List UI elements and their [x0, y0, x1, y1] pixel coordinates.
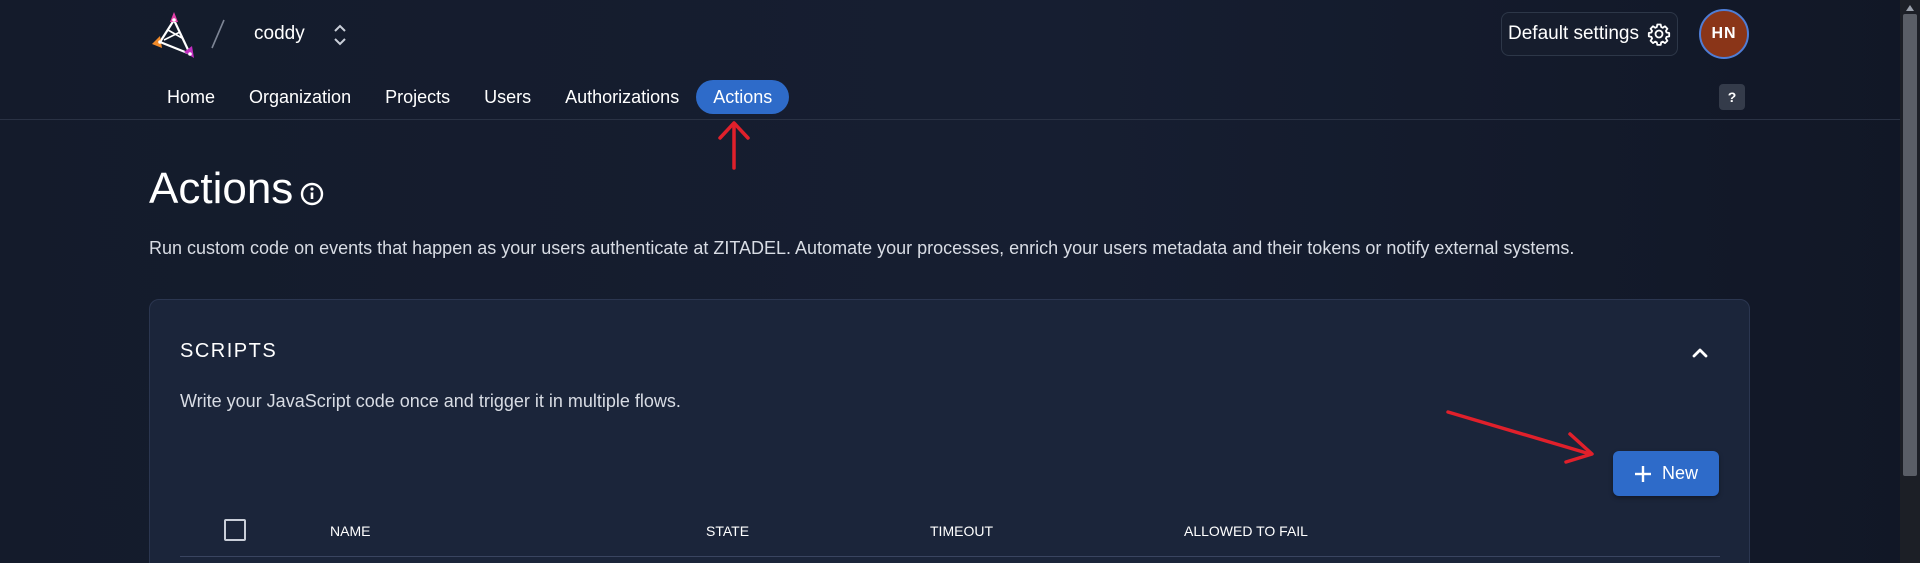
main-nav: Home Organization Projects Users Authori…: [150, 80, 790, 114]
page-description: Run custom code on events that happen as…: [149, 238, 1575, 258]
nav-item-authorizations[interactable]: Authorizations: [548, 80, 696, 114]
new-script-button[interactable]: New: [1613, 451, 1719, 496]
column-header-timeout[interactable]: TIMEOUT: [930, 523, 993, 539]
scripts-card-description: Write your JavaScript code once and trig…: [180, 391, 681, 411]
nav-item-organization[interactable]: Organization: [232, 80, 368, 114]
select-all-checkbox[interactable]: [224, 519, 246, 541]
column-header-state[interactable]: STATE: [706, 523, 749, 539]
default-settings-button[interactable]: Default settings: [1501, 12, 1678, 56]
header-divider: [0, 119, 1900, 120]
chevron-up-down-icon[interactable]: [330, 22, 350, 48]
table-divider: [180, 556, 1720, 557]
page-title: Actions: [149, 164, 294, 213]
org-name[interactable]: coddy: [254, 23, 305, 45]
nav-item-actions[interactable]: Actions: [696, 80, 790, 114]
column-header-name[interactable]: NAME: [330, 523, 370, 539]
scripts-card-title: SCRIPTS: [180, 340, 278, 362]
new-button-label: New: [1661, 463, 1698, 483]
annotation-arrow-up: [718, 121, 750, 170]
avatar[interactable]: HN: [1699, 9, 1749, 59]
scroll-up-arrow-icon[interactable]: [1905, 4, 1915, 12]
page: coddy Default settings HN Home Organizat…: [0, 0, 1920, 563]
zitadel-logo[interactable]: [150, 10, 200, 60]
help-button[interactable]: ?: [1719, 84, 1745, 110]
info-icon[interactable]: [298, 180, 326, 208]
scripts-table-header: NAME STATE TIMEOUT ALLOWED TO FAIL: [180, 516, 1720, 556]
annotation-arrow-right: [1446, 410, 1594, 464]
nav-item-users[interactable]: Users: [467, 80, 548, 114]
column-header-allowed-to-fail[interactable]: ALLOWED TO FAIL: [1184, 523, 1308, 539]
plus-icon: [1634, 465, 1651, 482]
gear-icon: [1647, 23, 1671, 46]
default-settings-label: Default settings: [1508, 23, 1639, 44]
nav-item-home[interactable]: Home: [150, 80, 232, 114]
org-separator: [211, 19, 225, 49]
nav-item-projects[interactable]: Projects: [368, 80, 467, 114]
chevron-up-icon[interactable]: [1687, 340, 1713, 366]
scrollbar-thumb[interactable]: [1903, 14, 1917, 476]
